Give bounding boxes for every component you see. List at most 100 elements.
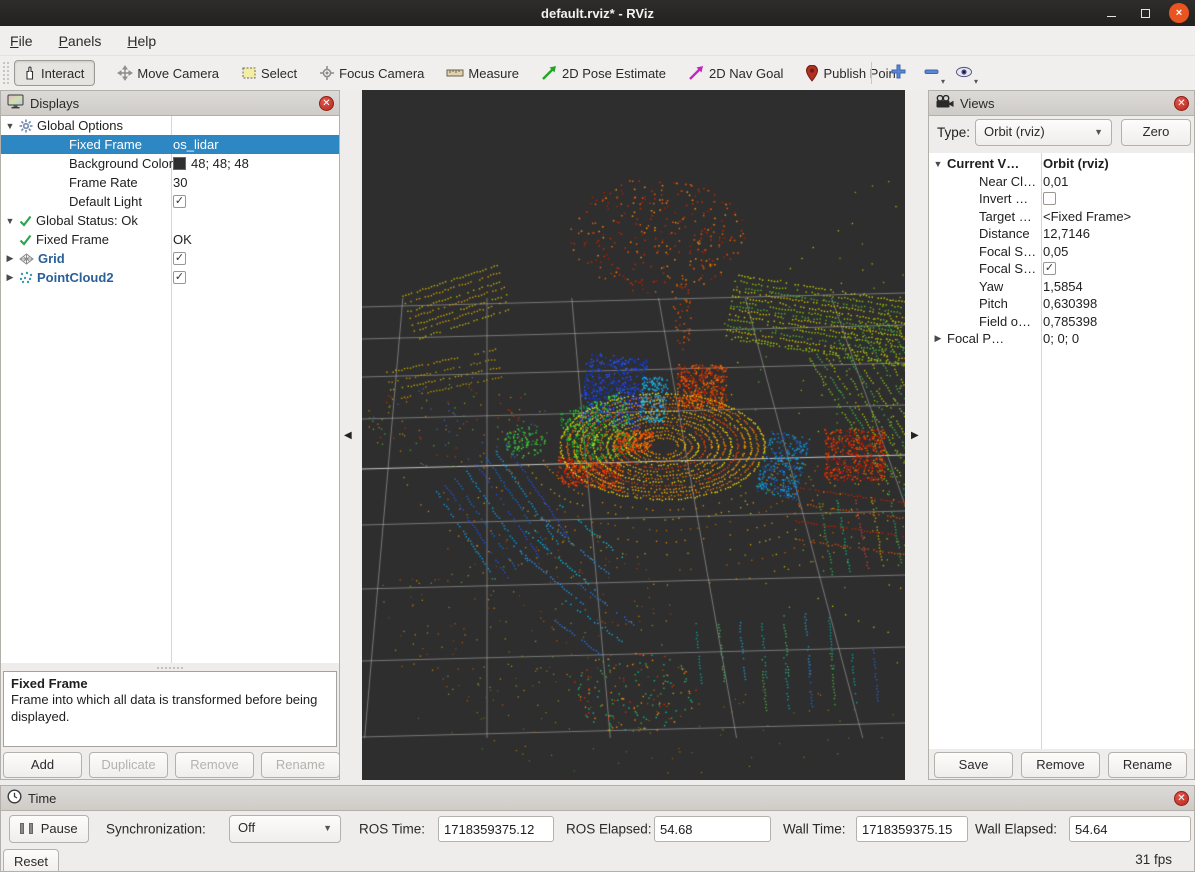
tool-label: Measure (468, 66, 519, 81)
tree-row-label: Grid (38, 251, 65, 266)
tool-measure[interactable]: Measure (446, 66, 519, 81)
save-button[interactable]: Save (934, 752, 1013, 778)
tree-row-grid[interactable]: ▶ Grid ✓ (1, 249, 339, 268)
help-body: Frame into which all data is transformed… (11, 692, 329, 725)
tree-row-label: Default Light (69, 194, 142, 209)
tree-row-yaw[interactable]: Yaw1,5854 (929, 278, 1194, 296)
tree-row-global-options[interactable]: ▼Global Options (1, 116, 339, 135)
tool-focus-camera[interactable]: Focus Camera (319, 65, 424, 81)
time-field-wall-elapsed-[interactable] (1069, 816, 1191, 842)
close-button[interactable]: × (1169, 3, 1189, 23)
tree-row-distance[interactable]: Distance12,7146 (929, 225, 1194, 243)
views-panel-header[interactable]: Views ✕ (929, 91, 1194, 116)
tree-row-frame-rate[interactable]: Frame Rate 30 (1, 173, 339, 192)
tree-row-focal-s-[interactable]: Focal S…0,05 (929, 243, 1194, 261)
tree-row-label: Yaw (979, 279, 1003, 294)
select-icon (241, 65, 257, 81)
tree-row-value: Orbit (rviz) (1043, 156, 1109, 171)
tree-row-field-o-[interactable]: Field o… 0,785398 (929, 313, 1194, 331)
tree-expand-down-icon[interactable]: ▼ (933, 159, 943, 169)
views-close-icon[interactable]: ✕ (1174, 96, 1189, 111)
tree-row-label: Pitch (979, 296, 1008, 311)
tree-row-invert-[interactable]: Invert … (929, 190, 1194, 208)
tree-row-value: ✓ (173, 195, 186, 208)
displays-help-box: Fixed Frame Frame into which all data is… (3, 671, 337, 747)
title-bar: default.rviz* - RViz × (0, 0, 1195, 26)
zoom-out-icon (923, 63, 940, 83)
tree-value-text: 12,7146 (1043, 226, 1090, 241)
time-field-wall-time-[interactable] (856, 816, 968, 842)
menu-item-file[interactable]: File (10, 33, 33, 49)
toolbar-drag-handle[interactable] (2, 61, 10, 85)
rename-button[interactable]: Rename (1108, 752, 1187, 778)
tree-row-fixed-frame[interactable]: Fixed Frameos_lidar (1, 135, 339, 154)
render-viewport-3d[interactable] (362, 90, 905, 780)
collapse-right-icon[interactable]: ▶ (911, 430, 919, 441)
tree-row-pointcloud2[interactable]: ▶PointCloud2✓ (1, 268, 339, 287)
sync-combo[interactable]: Off ▼ (229, 815, 341, 843)
menu-item-help[interactable]: Help (127, 33, 156, 49)
checkbox-checked[interactable]: ✓ (1043, 262, 1056, 275)
tree-row-label: Frame Rate (69, 175, 138, 190)
left-splitter[interactable]: ◀ (340, 90, 362, 780)
right-splitter[interactable]: ▶ (905, 90, 928, 780)
tool-interact[interactable]: Interact (14, 60, 95, 86)
collapse-left-icon[interactable]: ◀ (344, 430, 352, 441)
pause-button[interactable]: Pause (9, 815, 89, 843)
displays-close-icon[interactable]: ✕ (319, 96, 334, 111)
tree-row-label-cell: ▼Global Status: Ok (5, 213, 138, 228)
minimize-button[interactable] (1101, 3, 1121, 23)
tree-expand-down-icon[interactable]: ▼ (5, 216, 15, 226)
remove-button[interactable]: Remove (1021, 752, 1100, 778)
tree-row-label-cell: Field o… (965, 314, 1031, 329)
time-field-ros-elapsed-[interactable] (654, 816, 771, 842)
time-close-icon[interactable]: ✕ (1174, 791, 1189, 806)
add-button[interactable]: Add (3, 752, 82, 778)
tree-row-background-color[interactable]: Background Color48; 48; 48 (1, 154, 339, 173)
checkbox-checked[interactable]: ✓ (173, 271, 186, 284)
tree-row-current-v-[interactable]: ▼ Current V… Orbit (rviz) (929, 155, 1194, 173)
tool-move-camera[interactable]: Move Camera (117, 65, 219, 81)
tool-select[interactable]: Select (241, 65, 297, 81)
tree-row-focal-p-[interactable]: ▶Focal P…0; 0; 0 (929, 330, 1194, 348)
tree-expand-right-icon[interactable]: ▶ (5, 253, 15, 264)
zero-button[interactable]: Zero (1121, 119, 1191, 146)
toolbar-zoom-out-button[interactable]: ▾ (917, 61, 945, 85)
time-field-ros-time-[interactable] (438, 816, 554, 842)
tree-row-label: Current V… (947, 156, 1019, 171)
time-panel-header[interactable]: Time ✕ (1, 786, 1194, 811)
tree-row-target-[interactable]: Target …<Fixed Frame> (929, 208, 1194, 226)
clock-icon (7, 789, 22, 807)
tree-value-text: 30 (173, 175, 187, 190)
tree-row-label-cell: Frame Rate (37, 175, 138, 190)
toolbar-zoom-in-button[interactable] (884, 61, 912, 85)
tree-row-focal-s-[interactable]: Focal S…✓ (929, 260, 1194, 278)
displays-panel: Displays ✕ ▼Global OptionsFixed Frameos_… (0, 90, 340, 780)
checkbox-checked[interactable]: ✓ (173, 195, 186, 208)
menu-item-panels[interactable]: Panels (59, 33, 102, 49)
checkbox[interactable] (1043, 192, 1056, 205)
tool-2d-nav-goal[interactable]: 2D Nav Goal (688, 65, 783, 81)
tree-row-global-status-ok[interactable]: ▼Global Status: Ok (1, 211, 339, 230)
tree-expand-right-icon[interactable]: ▶ (933, 333, 943, 344)
toolbar-eye-button[interactable]: ▾ (950, 61, 978, 85)
checkbox-checked[interactable]: ✓ (173, 252, 186, 265)
tree-expand-down-icon[interactable]: ▼ (5, 121, 15, 131)
displays-splitter-handle[interactable] (156, 664, 184, 671)
tree-row-default-light[interactable]: Default Light ✓ (1, 192, 339, 211)
displays-panel-header[interactable]: Displays ✕ (1, 91, 339, 116)
sync-label: Synchronization: (106, 822, 206, 837)
tree-row-fixed-frame[interactable]: Fixed FrameOK (1, 230, 339, 249)
time-field-label: Wall Elapsed: (975, 822, 1057, 837)
tool-2d-pose-estimate[interactable]: 2D Pose Estimate (541, 65, 666, 81)
views-panel: Views ✕ Type: Orbit (rviz) ▼ Zero ▼Curre… (928, 90, 1195, 780)
reset-button[interactable]: Reset (3, 849, 59, 872)
tree-row-label-cell: Near Cl… (965, 174, 1036, 189)
color-swatch (173, 157, 186, 170)
view-type-combo[interactable]: Orbit (rviz) ▼ (975, 119, 1112, 146)
tree-expand-right-icon[interactable]: ▶ (5, 272, 15, 283)
maximize-button[interactable] (1135, 3, 1155, 23)
tree-row-near-cl-[interactable]: Near Cl…0,01 (929, 173, 1194, 191)
tree-row-pitch[interactable]: Pitch0,630398 (929, 295, 1194, 313)
tree-value-text: 0,785398 (1043, 314, 1097, 329)
